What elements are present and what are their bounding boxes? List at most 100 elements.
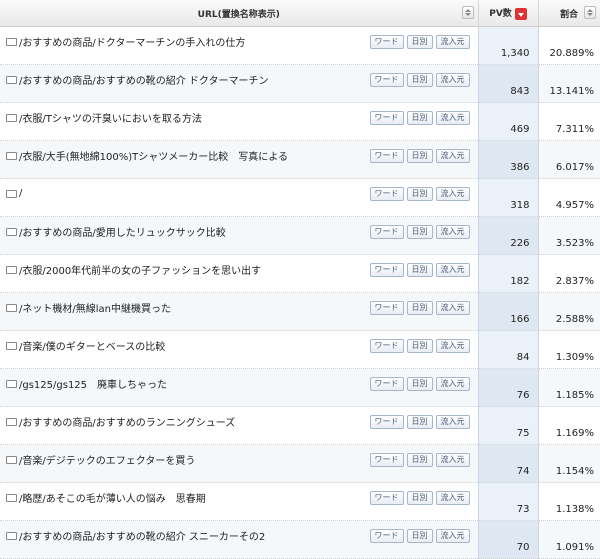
page-icon	[6, 113, 17, 122]
referrer-button[interactable]: 流入元	[435, 148, 470, 163]
word-button[interactable]: ワード	[369, 110, 404, 125]
pv-count: 75	[477, 406, 539, 445]
referrer-button[interactable]: 流入元	[435, 72, 470, 87]
table-row: /衣服/2000年代前半の女の子ファッションを思い出す ワード 日別 流入元 182 2.…	[0, 254, 600, 293]
word-button[interactable]: ワード	[369, 376, 404, 391]
page-url-link[interactable]: /おすすめの商品/ドクターマーチンの手入れの仕方	[19, 34, 370, 49]
pv-count: 318	[477, 178, 539, 217]
referrer-button[interactable]: 流入元	[435, 34, 470, 49]
pv-count: 226	[477, 216, 539, 255]
referrer-button[interactable]: 流入元	[435, 452, 470, 467]
referrer-button[interactable]: 流入元	[435, 262, 470, 277]
word-button[interactable]: ワード	[369, 452, 404, 467]
page-icon	[6, 151, 17, 160]
word-button[interactable]: ワード	[369, 414, 404, 429]
page-icon	[6, 37, 17, 46]
daily-button[interactable]: 日別	[406, 262, 433, 277]
page-url-link[interactable]: /gs125/gs125 廃車しちゃった	[19, 376, 370, 391]
word-button[interactable]: ワード	[369, 490, 404, 505]
pv-count: 73	[477, 482, 539, 521]
page-icon	[6, 455, 17, 464]
pv-count: 843	[477, 64, 539, 103]
pv-column-header[interactable]: PV数	[478, 0, 539, 27]
ratio-column-header[interactable]: 割合	[538, 0, 600, 27]
daily-button[interactable]: 日別	[406, 490, 433, 505]
url-cell: /おすすめの商品/おすすめのランニングシューズ ワード 日別 流入元	[0, 406, 478, 445]
ratio-value: 1.169%	[538, 406, 600, 445]
daily-button[interactable]: 日別	[406, 110, 433, 125]
referrer-button[interactable]: 流入元	[435, 224, 470, 239]
ratio-value: 7.311%	[538, 102, 600, 141]
page-url-link[interactable]: /	[19, 188, 370, 199]
pv-ranking-table: URL(置換名称表示) PV数 割合 /おすすめの商品/ドクターマーチンの手入れ…	[0, 0, 600, 559]
daily-button[interactable]: 日別	[406, 528, 433, 543]
page-icon	[6, 493, 17, 502]
referrer-button[interactable]: 流入元	[435, 110, 470, 125]
sort-toggle-icon[interactable]	[583, 6, 596, 19]
url-column-header[interactable]: URL(置換名称表示)	[0, 0, 479, 27]
table-row: /おすすめの商品/おすすめの靴の紹介 ドクターマーチン ワード 日別 流入元 843 13…	[0, 64, 600, 103]
referrer-button[interactable]: 流入元	[435, 528, 470, 543]
word-button[interactable]: ワード	[369, 224, 404, 239]
table-row: /gs125/gs125 廃車しちゃった ワード 日別 流入元 76 1.185%	[0, 368, 600, 407]
sort-descending-icon[interactable]	[514, 7, 527, 20]
daily-button[interactable]: 日別	[406, 186, 433, 201]
page-icon	[6, 531, 17, 540]
ratio-value: 1.138%	[538, 482, 600, 521]
page-url-link[interactable]: /おすすめの商品/おすすめの靴の紹介 ドクターマーチン	[19, 72, 370, 87]
page-url-link[interactable]: /音楽/デジテックのエフェクターを買う	[19, 452, 370, 467]
word-button[interactable]: ワード	[369, 300, 404, 315]
pv-count: 166	[477, 292, 539, 331]
daily-button[interactable]: 日別	[406, 300, 433, 315]
daily-button[interactable]: 日別	[406, 376, 433, 391]
daily-button[interactable]: 日別	[406, 224, 433, 239]
referrer-button[interactable]: 流入元	[435, 414, 470, 429]
page-url-link[interactable]: /衣服/Tシャツの汗臭いにおいを取る方法	[19, 110, 370, 125]
word-button[interactable]: ワード	[369, 338, 404, 353]
word-button[interactable]: ワード	[369, 186, 404, 201]
page-url-link[interactable]: /衣服/大手(無地綿100%)Tシャツメーカー比較 写真による	[19, 148, 370, 163]
referrer-button[interactable]: 流入元	[435, 376, 470, 391]
sort-toggle-icon[interactable]	[461, 6, 474, 19]
page-url-link[interactable]: /ネット機材/無線lan中継機買った	[19, 300, 370, 315]
table-row: /音楽/僕のギターとベースの比較 ワード 日別 流入元 84 1.309%	[0, 330, 600, 369]
daily-button[interactable]: 日別	[406, 72, 433, 87]
page-url-link[interactable]: /略歴/あそこの毛が薄い人の悩み 思春期	[19, 490, 370, 505]
ratio-value: 1.091%	[538, 520, 600, 559]
ratio-value: 1.309%	[538, 330, 600, 369]
referrer-button[interactable]: 流入元	[435, 490, 470, 505]
daily-button[interactable]: 日別	[406, 34, 433, 49]
url-cell: /おすすめの商品/ドクターマーチンの手入れの仕方 ワード 日別 流入元	[0, 26, 478, 65]
page-url-link[interactable]: /おすすめの商品/おすすめのランニングシューズ	[19, 414, 370, 429]
page-url-link[interactable]: /音楽/僕のギターとベースの比較	[19, 338, 370, 353]
table-row: /おすすめの商品/おすすめのランニングシューズ ワード 日別 流入元 75 1.169%	[0, 406, 600, 445]
daily-button[interactable]: 日別	[406, 414, 433, 429]
referrer-button[interactable]: 流入元	[435, 300, 470, 315]
pv-count: 386	[477, 140, 539, 179]
daily-button[interactable]: 日別	[406, 338, 433, 353]
page-url-link[interactable]: /おすすめの商品/おすすめの靴の紹介 スニーカーその2	[19, 528, 370, 543]
word-button[interactable]: ワード	[369, 262, 404, 277]
page-icon	[6, 227, 17, 236]
daily-button[interactable]: 日別	[406, 148, 433, 163]
page-icon	[6, 189, 17, 198]
table-row: / ワード 日別 流入元 318 4.957%	[0, 178, 600, 217]
page-icon	[6, 303, 17, 312]
referrer-button[interactable]: 流入元	[435, 338, 470, 353]
table-row: /おすすめの商品/おすすめの靴の紹介 スニーカーその2 ワード 日別 流入元 70 1.0…	[0, 520, 600, 559]
word-button[interactable]: ワード	[369, 528, 404, 543]
word-button[interactable]: ワード	[369, 72, 404, 87]
pv-column-label: PV数	[489, 9, 512, 20]
page-url-link[interactable]: /衣服/2000年代前半の女の子ファッションを思い出す	[19, 262, 370, 277]
referrer-button[interactable]: 流入元	[435, 186, 470, 201]
table-row: /略歴/あそこの毛が薄い人の悩み 思春期 ワード 日別 流入元 73 1.138%	[0, 482, 600, 521]
daily-button[interactable]: 日別	[406, 452, 433, 467]
url-cell: /衣服/大手(無地綿100%)Tシャツメーカー比較 写真による ワード 日別 流入元	[0, 140, 478, 179]
ratio-value: 20.889%	[538, 26, 600, 65]
page-url-link[interactable]: /おすすめの商品/愛用したリュックサック比較	[19, 224, 370, 239]
ratio-value: 2.837%	[538, 254, 600, 293]
word-button[interactable]: ワード	[369, 34, 404, 49]
url-cell: /衣服/Tシャツの汗臭いにおいを取る方法 ワード 日別 流入元	[0, 102, 478, 141]
word-button[interactable]: ワード	[369, 148, 404, 163]
url-cell: /おすすめの商品/おすすめの靴の紹介 ドクターマーチン ワード 日別 流入元	[0, 64, 478, 103]
